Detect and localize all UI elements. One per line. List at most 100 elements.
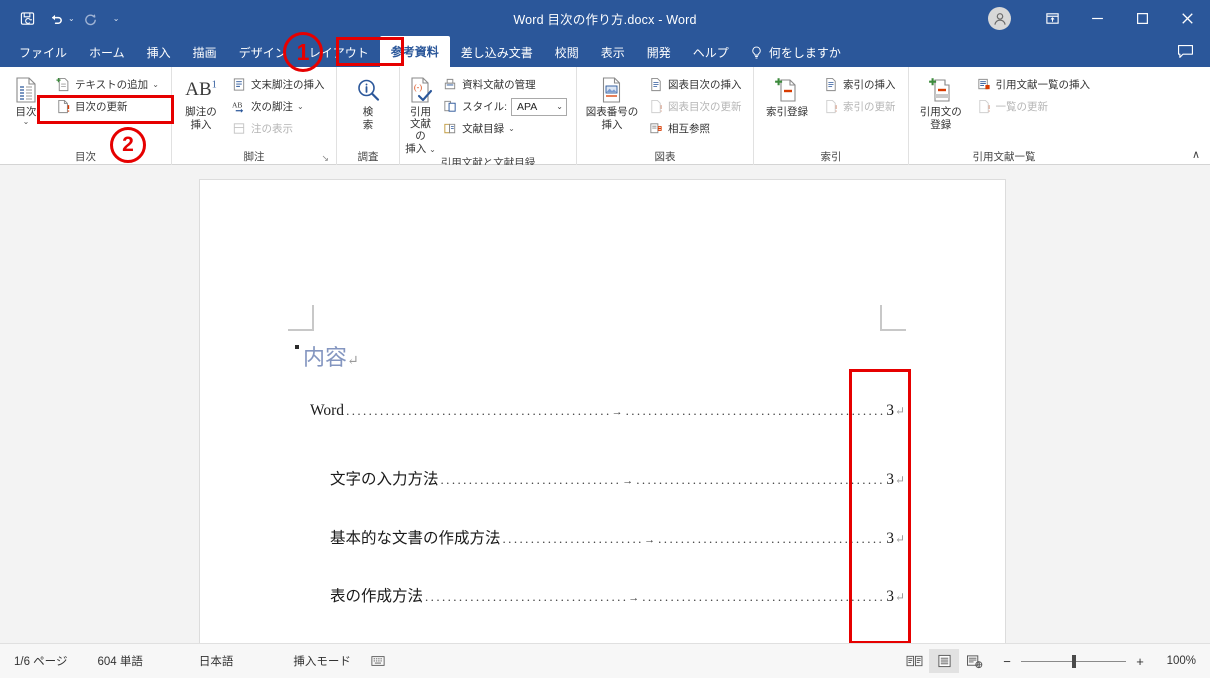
tab-mailings[interactable]: 差し込み文書 — [450, 38, 544, 67]
heading-bullet-icon — [295, 345, 299, 349]
ribbon-groups: 目次 ⌄ テキストの追加 ⌄ 目次の更新 目次 AB1 脚注の 挿入 文末脚注の… — [0, 67, 1099, 169]
manage-sources-button[interactable]: 資料文献の管理 — [438, 74, 571, 95]
zoom-level-label[interactable]: 100% — [1154, 655, 1196, 667]
index-small-buttons: 索引の挿入 索引の更新 — [819, 72, 900, 117]
title-bar: ⌄ ⌄ Word 目次の作り方.docx - Word — [0, 0, 1210, 36]
document-canvas[interactable]: 内容↵ Word ...............................… — [0, 165, 1210, 643]
update-table-button[interactable]: 目次の更新 — [51, 96, 163, 117]
toc-entry-text: 基本的な文書の作成方法 — [330, 530, 501, 547]
chevron-down-icon[interactable]: ⌄ — [508, 124, 515, 133]
zoom-out-button[interactable]: − — [1001, 654, 1013, 669]
zoom-in-button[interactable]: + — [1134, 654, 1146, 669]
bibliography-button[interactable]: 文献目録 ⌄ — [438, 118, 571, 139]
toc-entry-level2[interactable]: 表の作成方法 .................................… — [330, 584, 905, 606]
zoom-slider[interactable] — [1021, 654, 1126, 668]
update-index-label: 索引の更新 — [843, 101, 896, 113]
tab-mark-icon: → — [611, 406, 623, 418]
endnote-icon — [231, 77, 247, 93]
tell-me-search[interactable]: 何をしますか — [740, 38, 851, 67]
page-indicator[interactable]: 1/6 ページ — [14, 653, 83, 669]
chevron-down-icon[interactable]: ⌄ — [23, 118, 30, 126]
toc-entry-level2[interactable]: 基本的な文書の作成方法 ............................… — [330, 526, 905, 548]
margin-mark-top-left — [288, 305, 314, 331]
ribbon-tabs: ファイル ホーム 挿入 描画 デザイン レイアウト 参考資料 差し込み文書 校閲… — [8, 36, 851, 67]
document-heading[interactable]: 内容↵ — [295, 340, 359, 372]
chevron-down-icon[interactable]: ⌄ — [152, 80, 159, 89]
account-avatar[interactable] — [988, 7, 1011, 30]
update-index-button: 索引の更新 — [819, 96, 900, 117]
insert-table-of-authorities-button[interactable]: 引用文献一覧の挿入 — [972, 74, 1095, 95]
tab-view[interactable]: 表示 — [590, 38, 636, 67]
collapse-ribbon-icon[interactable]: ∧ — [1192, 148, 1200, 161]
tab-mark-icon: → — [644, 534, 656, 546]
chevron-down-icon[interactable]: ⌄ — [429, 145, 436, 154]
zoom-slider-handle[interactable] — [1071, 654, 1076, 668]
group-label-authorities: 引用文献一覧 — [972, 151, 1036, 163]
ribbon-group-captions: 図表番号の 挿入 図表目次の挿入 図表目次の更新 相互参照 図表 — [577, 67, 754, 165]
keyboard-icon[interactable] — [367, 655, 401, 667]
annotation-marker-1-label: 1 — [296, 38, 310, 65]
tab-review[interactable]: 校閲 — [544, 38, 590, 67]
add-text-button[interactable]: テキストの追加 ⌄ — [51, 74, 163, 95]
tab-draw[interactable]: 描画 — [182, 38, 228, 67]
document-page[interactable]: 内容↵ Word ...............................… — [200, 180, 1005, 643]
insert-mode-indicator[interactable]: 挿入モード — [249, 653, 367, 669]
insert-table-of-authorities-label: 引用文献一覧の挿入 — [995, 79, 1091, 91]
cross-reference-button[interactable]: 相互参照 — [644, 118, 746, 139]
footnotes-dialog-launcher-icon[interactable]: ↘ — [321, 153, 329, 164]
mark-citation-icon — [928, 75, 954, 105]
bibliography-label: 文献目録 — [462, 123, 505, 135]
ribbon-group-research: 検 索 調査 — [337, 67, 400, 165]
insert-citation-button[interactable]: (-) 引用文献の 挿入 ⌄ — [405, 72, 436, 155]
close-button[interactable] — [1165, 0, 1210, 36]
citation-style-value: APA — [517, 100, 538, 113]
chevron-down-icon[interactable]: ⌄ — [556, 102, 563, 111]
minimize-button[interactable] — [1075, 0, 1120, 36]
tab-home[interactable]: ホーム — [78, 38, 136, 67]
tab-insert[interactable]: 挿入 — [136, 38, 182, 67]
tab-developer[interactable]: 開発 — [636, 38, 682, 67]
mark-citation-button[interactable]: 引用文の 登録 — [914, 72, 968, 138]
update-table-of-authorities-icon — [976, 99, 992, 115]
insert-endnote-label: 文末脚注の挿入 — [251, 79, 325, 91]
read-mode-view-button[interactable] — [899, 649, 929, 673]
web-layout-view-button[interactable] — [959, 649, 989, 673]
chevron-down-icon[interactable]: ⌄ — [297, 102, 304, 111]
mark-entry-label: 索引登録 — [766, 106, 808, 118]
toc-leader-dots: ........................................… — [346, 403, 611, 418]
insert-footnote-label-line2: 挿入 — [190, 119, 212, 132]
table-of-contents-button[interactable]: 目次 ⌄ — [5, 72, 47, 138]
toc-entry-level2[interactable]: 文字の入力方法 ................................… — [330, 467, 905, 489]
maximize-button[interactable] — [1120, 0, 1165, 36]
ribbon: 目次 ⌄ テキストの追加 ⌄ 目次の更新 目次 AB1 脚注の 挿入 文末脚注の… — [0, 67, 1210, 169]
footnote-ab-icon: AB1 — [185, 79, 217, 101]
insert-table-of-figures-button[interactable]: 図表目次の挿入 — [644, 74, 746, 95]
tab-references[interactable]: 参考資料 — [379, 36, 450, 67]
insert-caption-button[interactable]: 図表番号の 挿入 — [582, 72, 642, 138]
tab-file[interactable]: ファイル — [8, 38, 78, 67]
insert-endnote-button[interactable]: 文末脚注の挿入 — [227, 74, 329, 95]
next-footnote-button[interactable]: AB 次の脚注 ⌄ — [227, 96, 329, 117]
word-count[interactable]: 604 単語 — [83, 653, 158, 669]
toc-entry-level1[interactable]: Word ...................................… — [310, 402, 905, 420]
insert-index-button[interactable]: 索引の挿入 — [819, 74, 900, 95]
mark-entry-button[interactable]: 索引登録 — [759, 72, 815, 138]
insert-footnote-label-line1: 脚注の — [185, 106, 217, 118]
tab-help[interactable]: ヘルプ — [682, 38, 740, 67]
researcher-button[interactable]: 検 索 — [348, 72, 388, 138]
citation-style-label: スタイル: — [462, 101, 507, 113]
show-notes-icon — [231, 121, 247, 137]
manage-sources-icon — [442, 77, 458, 93]
ribbon-tab-bar: ファイル ホーム 挿入 描画 デザイン レイアウト 参考資料 差し込み文書 校閲… — [0, 36, 1210, 67]
citation-style-dropdown[interactable]: APA ⌄ — [511, 97, 567, 116]
print-layout-view-button[interactable] — [929, 649, 959, 673]
ribbon-display-options-button[interactable] — [1030, 0, 1075, 36]
pilcrow-icon: ↵ — [347, 354, 359, 369]
group-label-captions: 図表 — [654, 151, 676, 163]
language-indicator[interactable]: 日本語 — [159, 653, 250, 669]
ribbon-group-footnotes: AB1 脚注の 挿入 文末脚注の挿入 AB 次の脚注 ⌄ 注の表示 脚注 ↘ — [172, 67, 337, 165]
insert-footnote-button[interactable]: AB1 脚注の 挿入 — [177, 72, 225, 138]
update-table-label: 目次の更新 — [75, 101, 128, 113]
comments-icon[interactable] — [1174, 41, 1196, 61]
show-notes-label: 注の表示 — [251, 123, 293, 135]
